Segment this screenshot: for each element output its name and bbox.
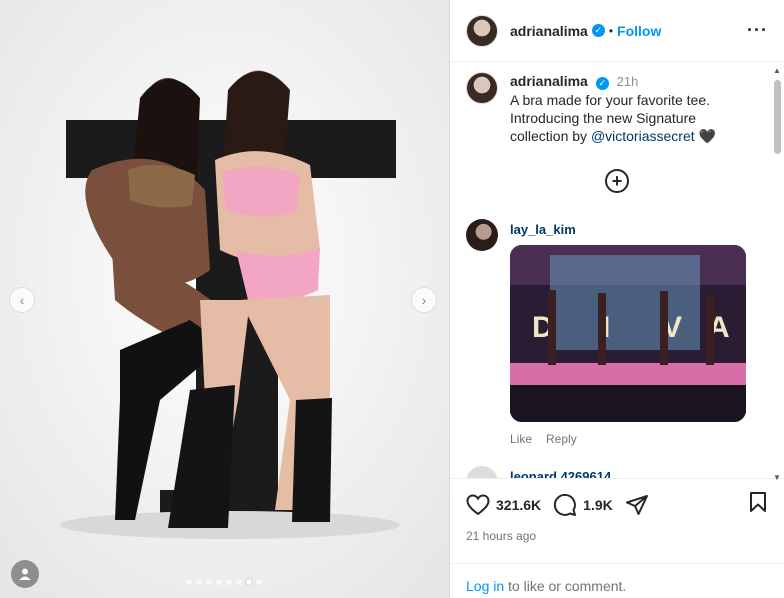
scrollbar-thumb[interactable]	[774, 80, 781, 154]
post-header: adrianalima ✓ • Follow ···	[450, 0, 784, 62]
plus-circle-icon[interactable]: +	[605, 169, 629, 193]
carousel-indicator	[186, 579, 262, 585]
login-prompt: Log in to like or comment.	[450, 563, 784, 594]
comment-actions: Like Reply	[510, 432, 746, 446]
carousel-dot	[236, 579, 242, 585]
scroll-down-arrow-icon[interactable]: ▼	[773, 473, 781, 482]
previous-slide-button[interactable]: ‹	[9, 287, 35, 313]
more-options-icon[interactable]: ···	[747, 20, 768, 41]
black-heart-emoji: 🖤	[698, 128, 716, 144]
header-separator: •	[608, 23, 614, 38]
next-slide-button[interactable]: ›	[411, 287, 437, 313]
scroll-up-arrow-icon[interactable]: ▲	[773, 66, 781, 75]
post-photo	[0, 0, 449, 598]
login-prompt-text: to like or comment.	[504, 578, 627, 594]
share-button[interactable]	[625, 493, 655, 517]
carousel-dot	[246, 579, 252, 585]
comment-gif[interactable]: D I V A	[510, 245, 746, 422]
caption: adrianalima ✓ 21h A bra made for your fa…	[466, 72, 768, 145]
login-link[interactable]: Log in	[466, 578, 504, 594]
save-button[interactable]	[748, 491, 768, 518]
caption-avatar[interactable]	[466, 72, 498, 104]
like-button[interactable]: 321.6K	[466, 493, 541, 516]
comment-item: leonard.4269614	[466, 466, 768, 478]
action-bar: 321.6K 1.9K	[466, 491, 768, 518]
likes-count[interactable]: 321.6K	[496, 497, 541, 513]
comment-bubble-icon	[554, 493, 577, 516]
chevron-right-icon: ›	[421, 292, 427, 308]
post-media: ‹ ›	[0, 0, 449, 598]
comment-item: lay_la_kim D I V A Like Reply	[466, 219, 768, 446]
heart-icon	[466, 493, 490, 515]
reply-comment-button[interactable]: Reply	[546, 432, 577, 446]
caption-time[interactable]: 21h	[617, 74, 639, 89]
author-username[interactable]: adrianalima	[510, 23, 588, 39]
follow-button[interactable]: Follow	[617, 23, 661, 39]
carousel-dot	[256, 579, 262, 585]
caption-body: adrianalima ✓ 21h A bra made for your fa…	[510, 72, 740, 145]
carousel-dot	[196, 579, 202, 585]
post-dialog: ‹ › adrianalima ✓ • Follow ··· adrianali…	[0, 0, 784, 598]
comment-button[interactable]: 1.9K	[553, 493, 613, 517]
carousel-dot	[226, 579, 232, 585]
verified-badge-icon: ✓	[591, 24, 605, 37]
author-avatar[interactable]	[466, 14, 498, 47]
verified-badge-icon: ✓	[595, 76, 609, 90]
commenter-avatar[interactable]	[466, 219, 498, 251]
post-sidebar: adrianalima ✓ • Follow ··· adrianalima ✓…	[450, 0, 784, 598]
commenter-avatar[interactable]	[466, 466, 498, 478]
comments-count[interactable]: 1.9K	[583, 497, 613, 513]
caption-mention-link[interactable]: @victoriassecret	[591, 128, 695, 144]
bookmark-icon	[750, 492, 766, 512]
comments-scrollbar[interactable]: ▲ ▼	[772, 66, 782, 482]
carousel-dot	[206, 579, 212, 585]
commenter-username[interactable]: leonard.4269614	[510, 469, 611, 478]
gif-image: D I V A	[510, 245, 746, 422]
tagged-users-button[interactable]	[11, 560, 39, 588]
post-time-ago[interactable]: 21 hours ago	[466, 529, 768, 543]
chevron-left-icon: ‹	[19, 292, 25, 308]
send-icon	[625, 494, 648, 515]
caption-username[interactable]: adrianalima	[510, 73, 588, 89]
carousel-dot	[216, 579, 222, 585]
commenter-username[interactable]: lay_la_kim	[510, 222, 746, 237]
user-icon	[19, 568, 31, 580]
comment-body: lay_la_kim D I V A Like Reply	[510, 219, 746, 446]
comments-list[interactable]: adrianalima ✓ 21h A bra made for your fa…	[450, 62, 784, 478]
load-more-comments: +	[466, 169, 768, 193]
like-comment-button[interactable]: Like	[510, 432, 532, 446]
carousel-dot	[186, 579, 192, 585]
post-footer: 321.6K 1.9K 21 hours ago Log in to like …	[450, 478, 784, 598]
